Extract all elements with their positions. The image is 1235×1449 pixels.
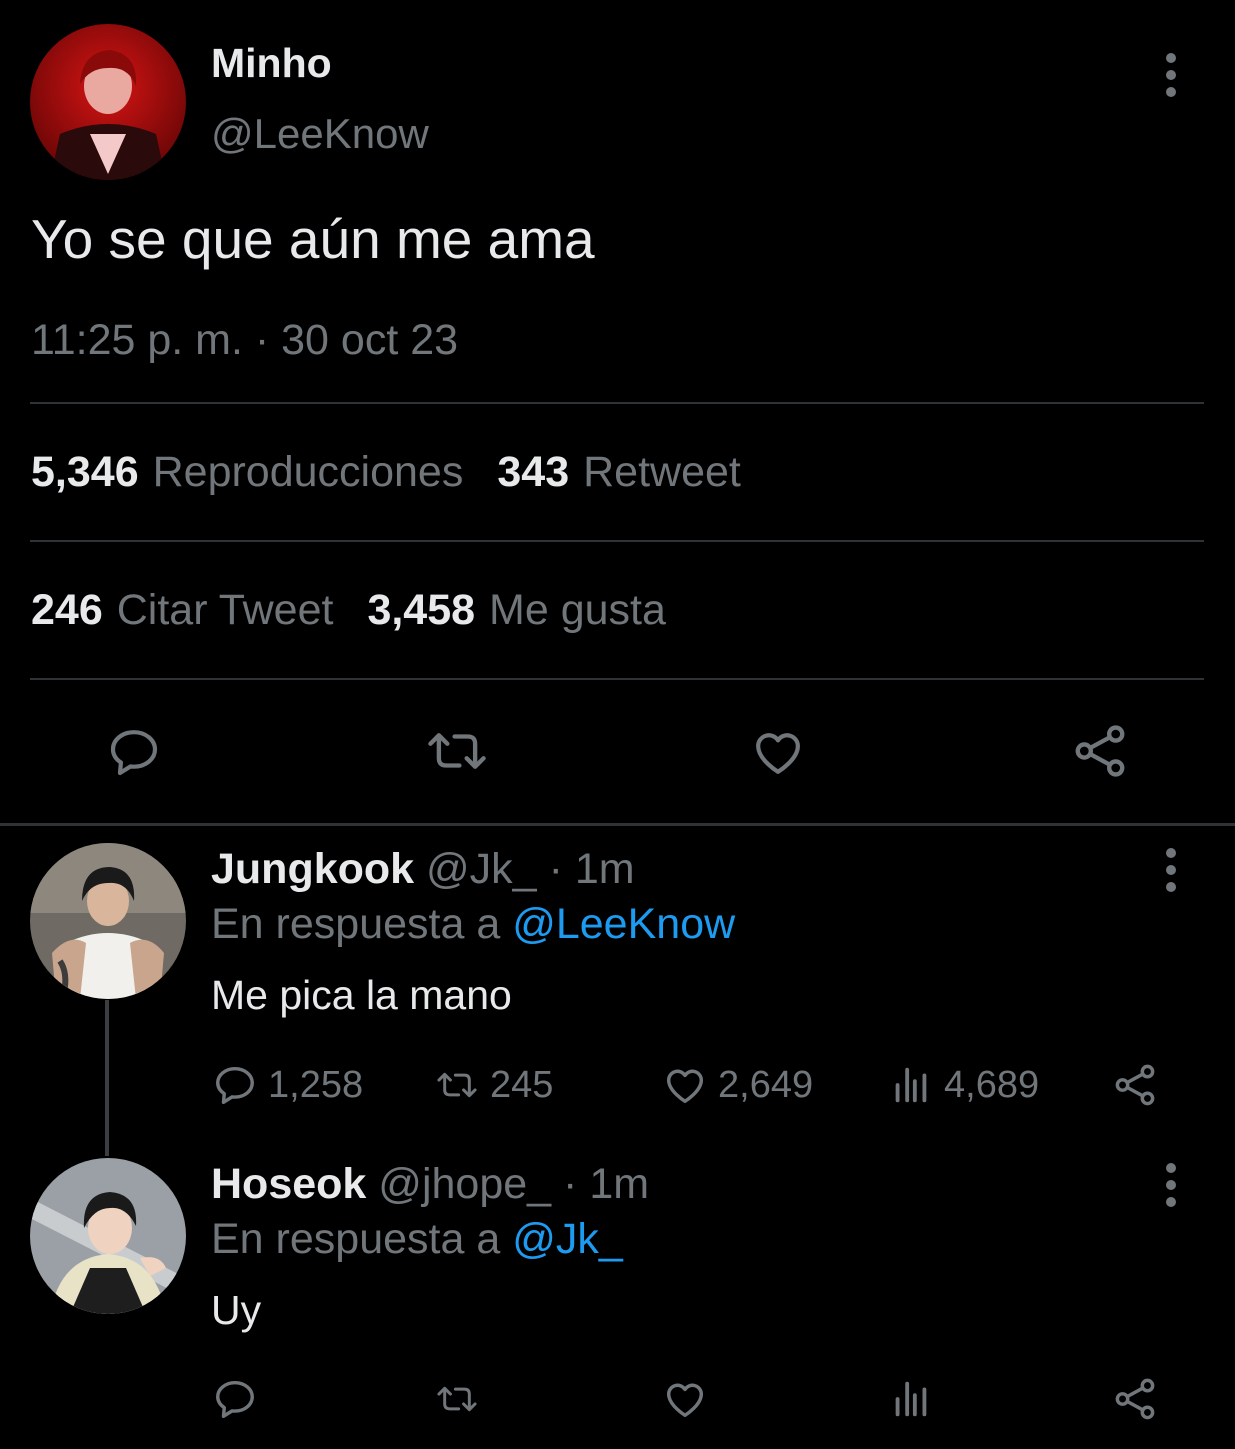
retweet-button[interactable] (422, 722, 492, 780)
stats-row-1: 5,346 Reproducciones 343 Retweet (31, 448, 775, 497)
reply-context: En respuesta a @Jk_ (211, 1215, 623, 1264)
likes-label: Me gusta (489, 586, 666, 634)
author-name[interactable]: Jungkook (211, 845, 414, 893)
quotes-stat[interactable]: 246 Citar Tweet (31, 586, 333, 635)
more-vertical-icon (1166, 1163, 1176, 1207)
divider (30, 402, 1204, 404)
section-divider (0, 823, 1235, 826)
reply-context-label: En respuesta a (211, 900, 501, 948)
views-count: 5,346 (31, 448, 139, 496)
heart-icon (756, 733, 800, 774)
more-options-button[interactable] (1156, 50, 1186, 100)
share-button[interactable] (1112, 1060, 1168, 1110)
heart-icon (666, 1383, 704, 1418)
retweet-icon (437, 1072, 477, 1098)
retweet-icon (428, 733, 486, 769)
quotes-count: 246 (31, 586, 103, 634)
avatar-photo (30, 24, 186, 180)
divider (30, 540, 1204, 542)
reply-time[interactable]: 1m (589, 1160, 649, 1208)
share-icon (1075, 725, 1125, 777)
author-name[interactable]: Minho (211, 40, 332, 87)
likes-stat[interactable]: 3,458 Me gusta (367, 586, 665, 635)
reply-icon (216, 1066, 254, 1104)
share-button[interactable] (1112, 1374, 1168, 1424)
reply-context: En respuesta a @LeeKnow (211, 900, 735, 949)
mention-link[interactable]: @LeeKnow (512, 900, 735, 948)
avatar-photo (30, 843, 186, 999)
author-name[interactable]: Hoseok (211, 1160, 366, 1208)
divider (30, 678, 1204, 680)
retweet-icon (437, 1386, 477, 1412)
likes-count: 3,458 (367, 586, 476, 634)
retweets-stat[interactable]: 343 Retweet (497, 448, 741, 497)
reply-icon (216, 1380, 254, 1418)
like-button[interactable] (748, 724, 808, 780)
views-label: Reproducciones (152, 448, 464, 496)
share-icon (1115, 1378, 1155, 1420)
reply-header: Hoseok @jhope_ · 1m (211, 1160, 649, 1209)
views-button[interactable]: 4,689 (888, 1060, 1039, 1110)
like-count: 2,649 (718, 1063, 814, 1106)
views-stat[interactable]: 5,346 Reproducciones (31, 448, 463, 497)
tweet-timestamp[interactable]: 11:25 p. m. · 30 oct 23 (31, 316, 458, 365)
heart-icon (666, 1069, 704, 1104)
separator-dot: · (548, 845, 563, 893)
stats-row-2: 246 Citar Tweet 3,458 Me gusta (31, 586, 700, 635)
quotes-label: Citar Tweet (116, 586, 334, 634)
retweets-count: 343 (497, 448, 570, 496)
reply-context-label: En respuesta a (211, 1215, 501, 1263)
share-button[interactable] (1070, 722, 1130, 780)
more-vertical-icon (1166, 848, 1176, 892)
avatar-photo (30, 1158, 186, 1314)
views-count: 4,689 (944, 1063, 1040, 1106)
analytics-icon (895, 1381, 927, 1417)
tweet-text: Me pica la mano (211, 972, 512, 1018)
mention-link[interactable]: @Jk_ (512, 1215, 623, 1263)
retweet-count: 245 (490, 1063, 554, 1106)
retweets-label: Retweet (583, 448, 741, 496)
reply-count: 1,258 (268, 1063, 364, 1106)
thread-connector-line (105, 1000, 109, 1156)
avatar[interactable] (30, 843, 186, 999)
views-button[interactable] (888, 1374, 944, 1424)
reply-header: Jungkook @Jk_ · 1m (211, 845, 635, 894)
retweet-button[interactable] (434, 1374, 490, 1424)
like-button[interactable]: 2,649 (662, 1060, 813, 1110)
author-handle[interactable]: @jhope_ (378, 1160, 551, 1208)
separator-dot: · (563, 1160, 578, 1208)
share-icon (1115, 1064, 1155, 1106)
more-options-button[interactable] (1156, 845, 1186, 895)
reply-time[interactable]: 1m (575, 845, 635, 893)
avatar[interactable] (30, 24, 186, 180)
author-handle[interactable]: @Jk_ (426, 845, 537, 893)
avatar[interactable] (30, 1158, 186, 1314)
tweet-text: Uy (211, 1287, 262, 1333)
main-tweet: Minho @LeeKnow Yo se que aún me ama 11:2… (0, 0, 1235, 825)
analytics-icon (895, 1067, 927, 1103)
more-options-button[interactable] (1156, 1160, 1186, 1210)
reply-icon (110, 730, 158, 776)
more-vertical-icon (1166, 53, 1176, 97)
like-button[interactable] (662, 1374, 718, 1424)
retweet-button[interactable]: 245 (434, 1060, 553, 1110)
reply-button[interactable]: 1,258 (212, 1060, 363, 1110)
tweet-text: Yo se que aún me ama (31, 208, 595, 270)
author-handle[interactable]: @LeeKnow (211, 110, 429, 158)
reply-button[interactable] (104, 724, 164, 780)
reply-button[interactable] (212, 1374, 268, 1424)
